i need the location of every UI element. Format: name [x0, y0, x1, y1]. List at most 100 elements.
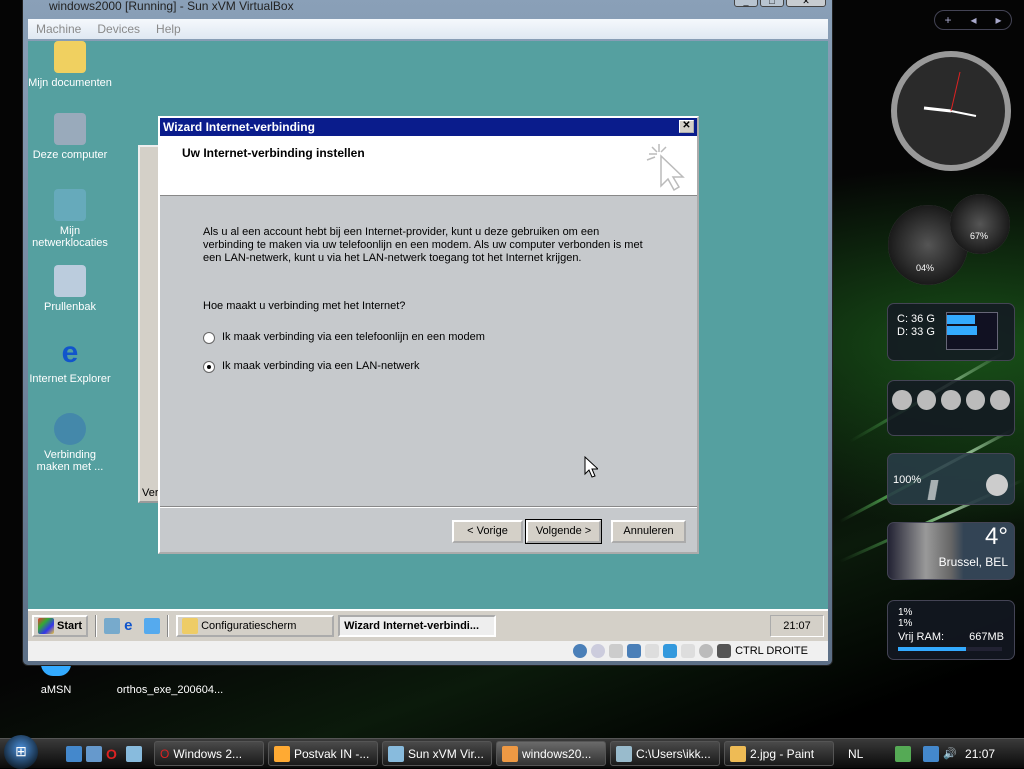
- task-label: Postvak IN -...: [294, 746, 370, 761]
- add-gadget-icon[interactable]: +: [944, 13, 951, 27]
- task-windows2000-vm[interactable]: windows20...: [496, 741, 606, 766]
- speaker-icon[interactable]: [986, 474, 1008, 496]
- network-tray-icon[interactable]: [923, 745, 940, 762]
- windows-logo-icon: [38, 618, 54, 634]
- mouse-integration-icon[interactable]: [699, 644, 714, 658]
- ie-icon[interactable]: e: [124, 618, 140, 634]
- hard-disk-icon[interactable]: [573, 644, 588, 658]
- windows-logo-icon: ⊞: [15, 743, 27, 759]
- drive-c-bar: [947, 315, 975, 324]
- ram-label: Vrij RAM:: [898, 631, 945, 643]
- mouse-cursor-icon: [584, 456, 598, 478]
- desktop-icon-amsn[interactable]: aMSN: [24, 662, 88, 696]
- shared-folders-icon[interactable]: [663, 644, 678, 658]
- previous-icon[interactable]: ◂: [970, 13, 976, 27]
- ram-bar: [898, 647, 966, 651]
- task-outlook[interactable]: Postvak IN -...: [268, 741, 378, 766]
- close-button[interactable]: ✕: [679, 120, 694, 133]
- switch-windows-icon[interactable]: [86, 745, 102, 762]
- minimize-button[interactable]: _: [734, 0, 758, 7]
- task-explorer[interactable]: C:\Users\ikk...: [610, 741, 720, 766]
- desktop-icon-netwerklocaties[interactable]: Mijn netwerklocaties: [28, 189, 112, 249]
- weather-gadget[interactable]: 4° Brussel, BEL: [887, 522, 1015, 580]
- desktop-icon-orthos[interactable]: orthos_exe_200604...: [110, 684, 230, 696]
- task-wizard[interactable]: Wizard Internet-verbindi...: [338, 615, 497, 637]
- connection-wizard-icon: [54, 413, 86, 445]
- system-clock[interactable]: 21:07: [965, 747, 995, 761]
- task-label: windows20...: [522, 746, 592, 761]
- task-paint[interactable]: 2.jpg - Paint: [724, 741, 834, 766]
- cpu-value: 04%: [916, 263, 935, 273]
- cpu1-value: 1%: [898, 607, 913, 618]
- start-orb[interactable]: ⊞: [4, 734, 38, 769]
- task-opera[interactable]: O Windows 2...: [154, 741, 264, 766]
- dialog-title: Wizard Internet-verbinding: [163, 120, 315, 134]
- guest-screen[interactable]: Mijn documenten Deze computer Mijn netwe…: [28, 41, 828, 641]
- question-text: Hoe maakt u verbinding met het Internet?: [203, 300, 406, 312]
- shutdown-gadget: [887, 380, 1015, 436]
- cd-icon[interactable]: [591, 644, 606, 658]
- show-desktop-icon[interactable]: [66, 745, 82, 762]
- clock-gadget[interactable]: [888, 48, 1014, 174]
- language-indicator[interactable]: NL: [848, 747, 863, 761]
- virtualbox-window: windows2000 [Running] - Sun xVM VirtualB…: [22, 0, 833, 666]
- drive-d-label: D: 33 G: [897, 326, 935, 338]
- desktop-icon-verbinding[interactable]: Verbinding maken met ...: [28, 413, 112, 473]
- opera-icon[interactable]: O: [106, 746, 122, 762]
- computer-icon: [54, 113, 86, 145]
- host-key-label: CTRL DROITE: [735, 645, 808, 657]
- show-desktop-icon[interactable]: [104, 618, 121, 634]
- intro-text: Als u al een account hebt bij een Intern…: [203, 226, 643, 264]
- task-virtualbox[interactable]: Sun xVM Vir...: [382, 741, 492, 766]
- dialog-titlebar: Wizard Internet-verbinding ✕: [160, 118, 697, 136]
- menu-devices[interactable]: Devices: [97, 22, 140, 36]
- close-button[interactable]: ✕: [786, 0, 826, 7]
- power-icon[interactable]: [941, 390, 961, 410]
- floppy-icon[interactable]: [609, 644, 624, 658]
- tray-app-icon[interactable]: [895, 745, 912, 762]
- drive-d-bar: [947, 326, 977, 335]
- start-label: Start: [57, 620, 83, 632]
- network-icon[interactable]: [627, 644, 642, 658]
- task-configuratiescherm[interactable]: Configuratiescherm: [176, 615, 335, 637]
- vm-status-bar: CTRL DROITE: [28, 641, 828, 661]
- cpu2-value: 1%: [898, 618, 913, 629]
- desktop-icon-mijn-documenten[interactable]: Mijn documenten: [28, 41, 112, 89]
- next-button[interactable]: Volgende >: [525, 519, 602, 544]
- guest-clock: 21:07: [770, 615, 824, 637]
- virtualbox-icon[interactable]: [126, 745, 142, 762]
- maximize-button[interactable]: □: [760, 0, 784, 7]
- option-modem[interactable]: Ik maak verbinding via een telefoonlijn …: [203, 331, 697, 344]
- sleep-icon[interactable]: [916, 390, 937, 410]
- back-button[interactable]: < Vorige: [452, 520, 523, 543]
- recycle-bin-icon: [54, 265, 86, 297]
- switch-user-icon[interactable]: [965, 390, 986, 410]
- radio-button[interactable]: [203, 360, 215, 373]
- wizard-heading: Uw Internet-verbinding instellen: [182, 146, 365, 160]
- radio-button[interactable]: [203, 331, 215, 344]
- next-icon[interactable]: ▸: [995, 13, 1001, 27]
- desktop-icon-prullenbak[interactable]: Prullenbak: [28, 265, 112, 313]
- volume-tray-icon[interactable]: 🔊: [943, 747, 957, 760]
- desktop-icon-deze-computer[interactable]: Deze computer: [28, 113, 112, 161]
- background-window-label: Ver: [142, 487, 159, 499]
- task-label: 2.jpg - Paint: [750, 746, 815, 761]
- city: Brussel, BEL: [938, 555, 1008, 569]
- volume-gadget[interactable]: 100%: [887, 453, 1015, 505]
- icon-label: Deze computer: [32, 149, 108, 161]
- key-icon[interactable]: [990, 390, 1010, 410]
- desktop-icon-internet-explorer[interactable]: e Internet Explorer: [28, 337, 112, 386]
- host-taskbar: ⊞ O O Windows 2... Postvak IN -... Sun xV…: [0, 734, 1024, 769]
- cancel-button[interactable]: Annuleren: [611, 520, 686, 543]
- start-button[interactable]: Start: [32, 615, 89, 637]
- wizard-cursor-icon: [646, 144, 685, 192]
- lock-icon[interactable]: [892, 390, 912, 410]
- menu-machine[interactable]: Machine: [36, 22, 81, 36]
- usb-icon[interactable]: [645, 644, 660, 658]
- memory-value: 67%: [970, 231, 989, 241]
- outlook-express-icon[interactable]: [144, 618, 161, 634]
- option-lan[interactable]: Ik maak verbinding via een LAN-netwerk: [203, 360, 697, 373]
- volume-bars: [893, 480, 973, 500]
- menu-help[interactable]: Help: [156, 22, 181, 36]
- task-label: Windows 2...: [173, 746, 243, 761]
